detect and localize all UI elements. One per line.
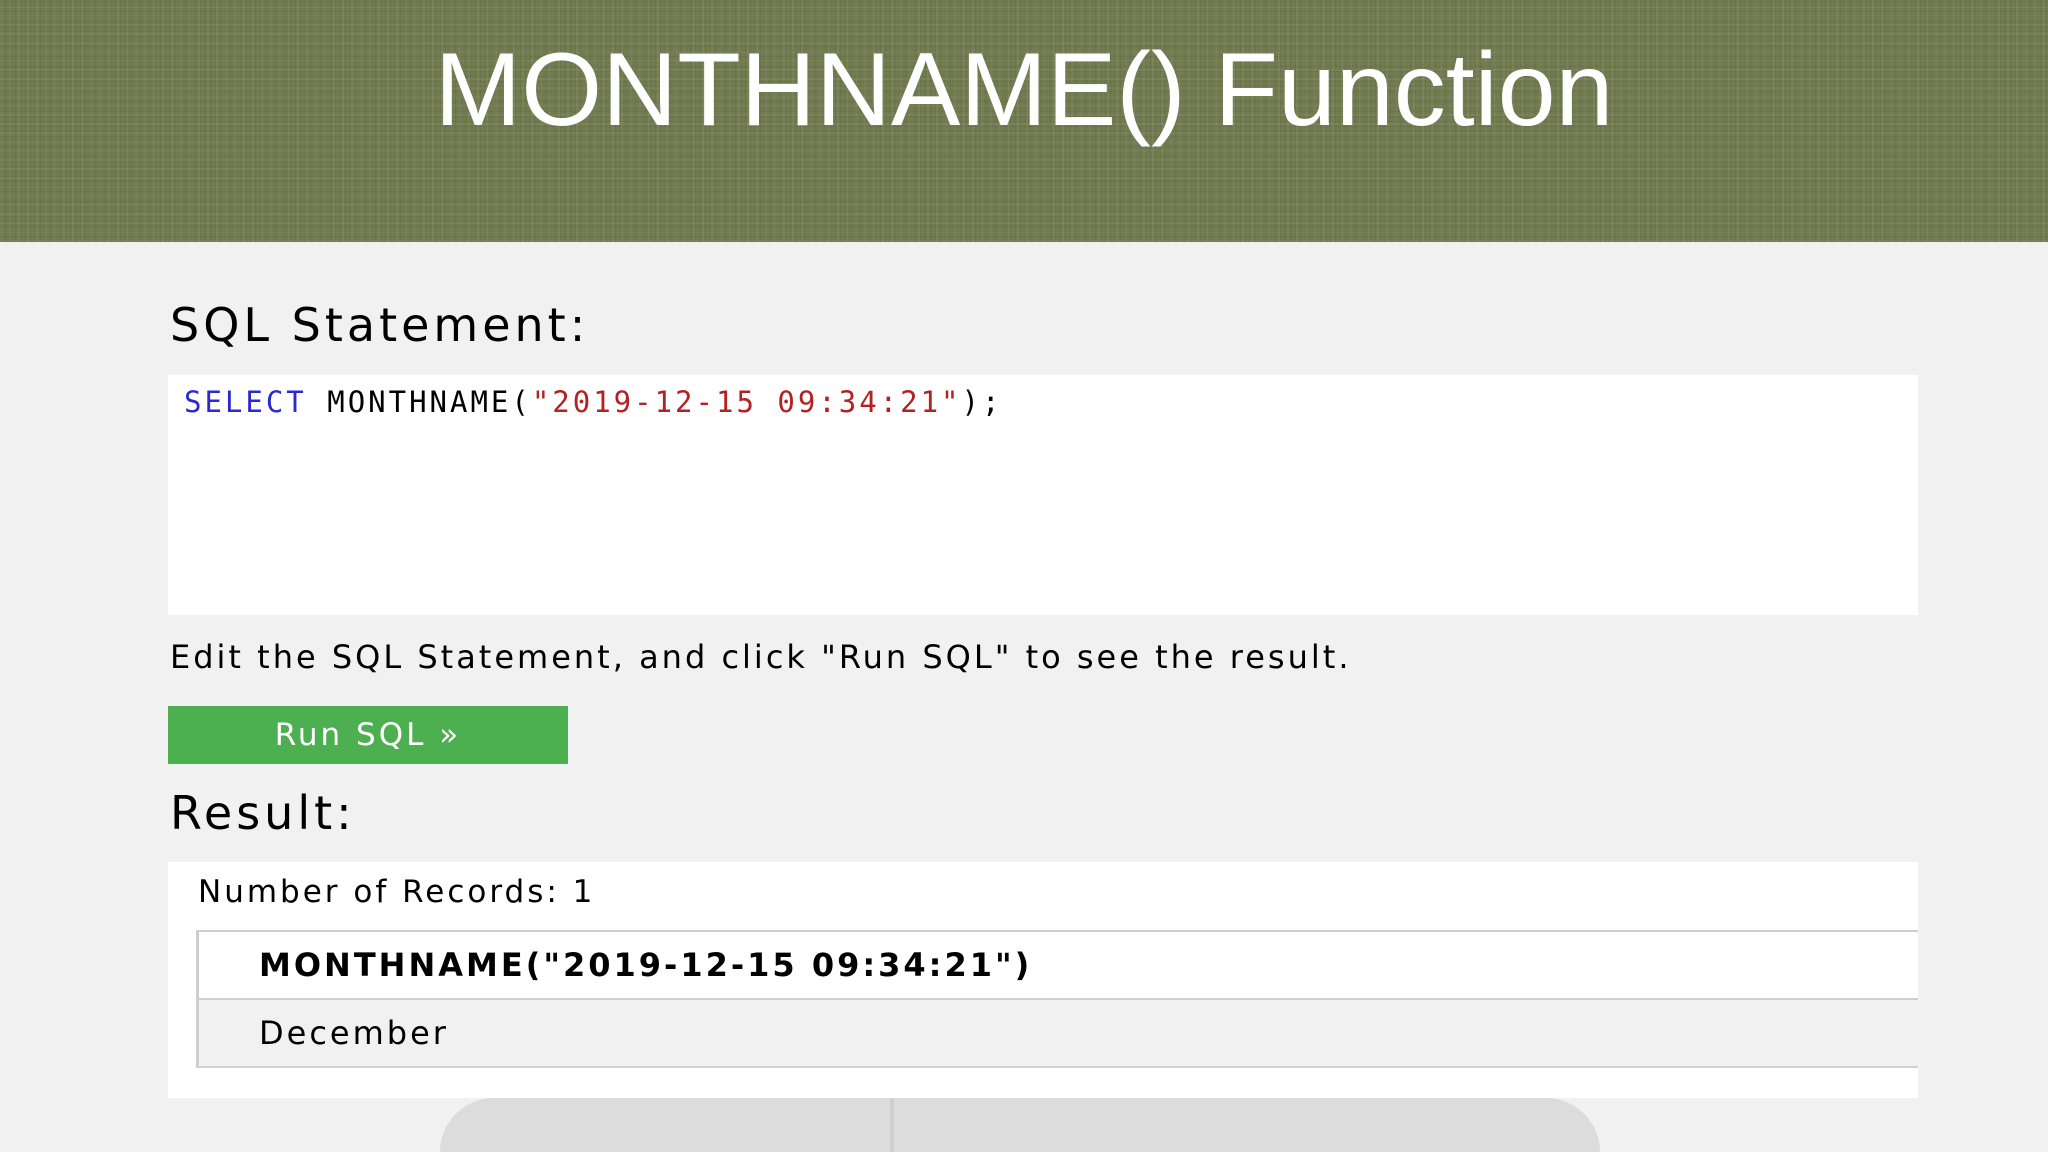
- slide-title: MONTHNAME() Function: [434, 32, 1614, 148]
- table-cell: December: [197, 999, 1918, 1068]
- sql-editor[interactable]: SELECT MONTHNAME("2019-12-15 09:34:21");: [168, 375, 1918, 615]
- sql-statement-heading: SQL Statement:: [170, 298, 590, 352]
- result-panel: Number of Records: 1 MONTHNAME("2019-12-…: [168, 862, 1918, 1098]
- sql-function-name: MONTHNAME(: [327, 385, 532, 419]
- table-row: December: [197, 999, 1918, 1068]
- sql-string-literal: "2019-12-15 09:34:21": [531, 385, 962, 419]
- column-header: MONTHNAME("2019-12-15 09:34:21"): [197, 930, 1918, 1000]
- records-count: Number of Records: 1: [198, 874, 596, 910]
- instruction-text: Edit the SQL Statement, and click "Run S…: [170, 638, 1352, 676]
- table-header-row: MONTHNAME("2019-12-15 09:34:21"): [197, 930, 1918, 1000]
- sql-keyword: SELECT: [184, 385, 307, 419]
- sql-code-line[interactable]: SELECT MONTHNAME("2019-12-15 09:34:21");: [184, 385, 1002, 419]
- title-banner: MONTHNAME() Function: [0, 0, 2048, 242]
- sql-statement-end: );: [961, 385, 1003, 419]
- result-heading: Result:: [170, 786, 356, 840]
- run-sql-button[interactable]: Run SQL »: [168, 706, 568, 764]
- background-book-image: [440, 1098, 1600, 1152]
- result-table: MONTHNAME("2019-12-15 09:34:21") Decembe…: [196, 930, 1918, 1068]
